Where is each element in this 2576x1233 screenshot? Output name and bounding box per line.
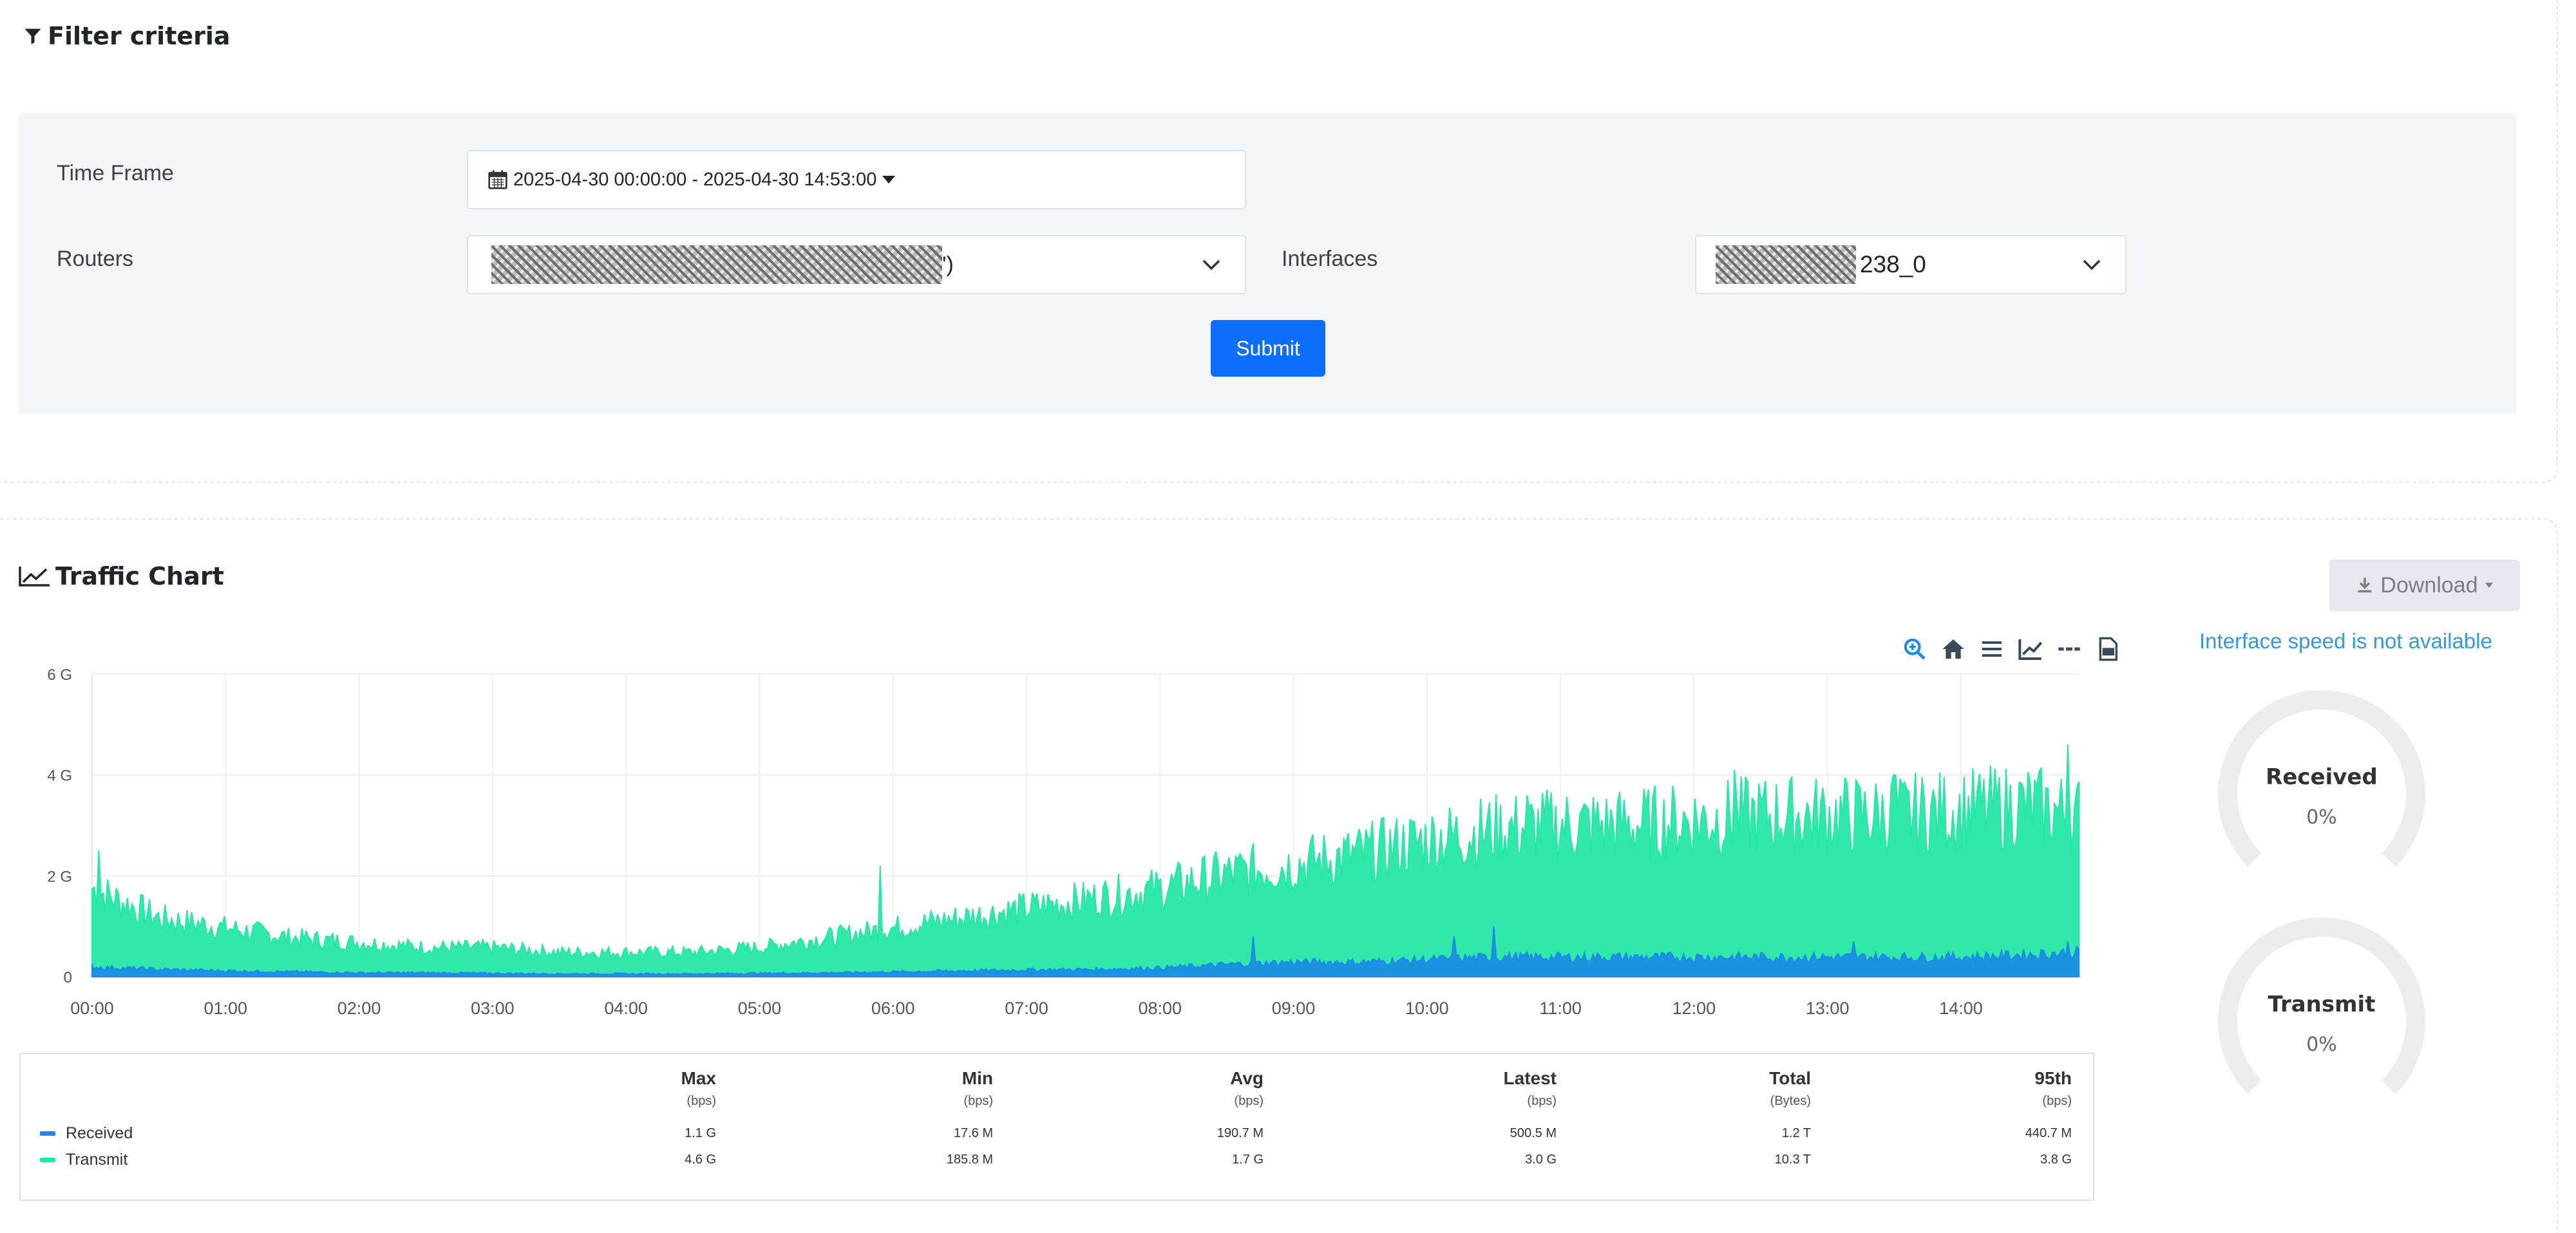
caret-down-icon — [882, 176, 896, 184]
x-tick-label: 07:00 — [1005, 999, 1048, 1018]
stats-cell: 3.0 G — [1525, 1153, 1557, 1167]
stats-cell: 4.6 G — [685, 1153, 716, 1167]
series-transmit-area — [91, 744, 2079, 977]
chevron-down-icon — [2083, 259, 2101, 270]
stats-col-unit: (bps) — [2042, 1094, 2072, 1108]
time-frame-value: 2025-04-30 00:00:00 - 2025-04-30 14:53:0… — [513, 169, 877, 190]
chevron-down-icon — [1202, 259, 1220, 270]
line-chart-icon — [19, 567, 50, 587]
redacted-interface-name — [1716, 245, 1856, 284]
x-tick-label: 06:00 — [871, 999, 915, 1018]
x-tick-label: 03:00 — [471, 999, 515, 1018]
download-label: Download — [2380, 572, 2478, 598]
filter-criteria-heading: Filter criteria — [23, 22, 231, 50]
stats-row-received[interactable]: Received — [40, 1124, 133, 1143]
calendar-icon — [488, 170, 507, 189]
routers-select[interactable]: ') — [467, 235, 1246, 294]
gauge-arc — [2218, 690, 2425, 867]
redacted-router-name — [491, 245, 942, 284]
routers-value: ') — [942, 252, 954, 277]
stats-col-header: 95th — [2034, 1068, 2072, 1088]
interfaces-value: 238_0 — [1860, 251, 1926, 278]
x-tick-label: 09:00 — [1272, 999, 1316, 1018]
stats-row-transmit[interactable]: Transmit — [40, 1151, 128, 1169]
stats-col-max: Max (bps) — [587, 1068, 716, 1109]
x-tick-label: 13:00 — [1806, 999, 1850, 1018]
time-frame-picker[interactable]: 2025-04-30 00:00:00 - 2025-04-30 14:53:0… — [467, 150, 1246, 209]
stats-col-latest: Latest (bps) — [1428, 1068, 1557, 1109]
traffic-chart[interactable]: 0 2 G 4 G 6 G 00:00 01:00 02:00 03:00 04:00 05:00… — [0, 644, 2125, 1043]
received-swatch — [40, 1131, 55, 1136]
stats-cell: 17.6 M — [953, 1126, 993, 1140]
stats-col-unit: (bps) — [1234, 1094, 1264, 1108]
stats-table: Max (bps) Min (bps) Avg (bps) Latest (bp… — [19, 1053, 2094, 1201]
gauge-title: Transmit — [2268, 992, 2376, 1017]
caret-down-icon — [2485, 583, 2493, 588]
stats-col-unit: (bps) — [1527, 1094, 1557, 1108]
y-tick-label: 0 — [64, 969, 72, 986]
stats-cell: 190.7 M — [1217, 1126, 1264, 1140]
stats-col-unit: (bps) — [963, 1094, 993, 1108]
stats-cell: 1.7 G — [1232, 1153, 1264, 1167]
stats-col-unit: (bps) — [687, 1094, 716, 1108]
stats-cell: 10.3 T — [1774, 1153, 1811, 1167]
y-tick-label: 4 G — [47, 767, 72, 785]
stats-col-header: Min — [961, 1068, 993, 1088]
stats-col-avg: Avg (bps) — [1135, 1068, 1264, 1109]
routers-label: Routers — [57, 247, 134, 271]
y-tick-label: 2 G — [47, 868, 72, 885]
x-tick-label: 02:00 — [337, 999, 381, 1018]
x-tick-label: 05:00 — [738, 999, 782, 1018]
download-button[interactable]: Download — [2329, 560, 2520, 611]
stats-col-header: Avg — [1230, 1068, 1264, 1088]
submit-button[interactable]: Submit — [1211, 320, 1325, 377]
stats-cell: 185.8 M — [946, 1153, 993, 1167]
gauge-value: 0% — [2306, 806, 2337, 829]
x-tick-label: 12:00 — [1672, 999, 1716, 1018]
x-tick-label: 14:00 — [1939, 999, 1983, 1018]
stats-cell: 500.5 M — [1510, 1126, 1557, 1140]
stats-col-95th: 95th (bps) — [1943, 1068, 2072, 1109]
transmit-gauge: Transmit 0% — [2215, 916, 2428, 1129]
stats-row-label: Received — [66, 1124, 133, 1142]
time-frame-label: Time Frame — [57, 161, 174, 185]
x-tick-label: 01:00 — [204, 999, 247, 1018]
x-tick-label: 04:00 — [604, 999, 648, 1018]
traffic-chart-title: Traffic Chart — [55, 562, 224, 590]
filter-criteria-title: Filter criteria — [48, 22, 231, 50]
stats-cell: 3.8 G — [2040, 1153, 2072, 1167]
y-tick-label: 6 G — [47, 666, 72, 684]
stats-cell: 1.1 G — [685, 1126, 716, 1140]
transmit-swatch — [40, 1158, 55, 1162]
gauge-title: Received — [2266, 764, 2378, 790]
x-tick-label: 10:00 — [1405, 999, 1449, 1018]
x-tick-label: 08:00 — [1138, 999, 1182, 1018]
stats-col-min: Min (bps) — [864, 1068, 993, 1109]
traffic-chart-heading: Traffic Chart — [18, 562, 224, 590]
stats-col-unit: (Bytes) — [1770, 1094, 1811, 1108]
stats-col-header: Total — [1769, 1068, 1811, 1088]
interfaces-select[interactable]: 238_0 — [1695, 235, 2126, 294]
x-tick-label: 00:00 — [70, 999, 114, 1018]
stats-cell: 1.2 T — [1781, 1126, 1811, 1140]
stats-col-header: Max — [681, 1068, 716, 1088]
filter-icon — [24, 28, 41, 44]
interface-speed-note: Interface speed is not available — [2199, 629, 2492, 653]
interfaces-label: Interfaces — [1282, 247, 1378, 271]
x-tick-label: 11:00 — [1539, 999, 1582, 1018]
gauge-arc — [2218, 918, 2425, 1094]
download-icon — [2358, 578, 2372, 593]
stats-col-total: Total (Bytes) — [1682, 1068, 1811, 1109]
received-gauge: Received 0% — [2215, 689, 2428, 901]
stats-cell: 440.7 M — [2025, 1126, 2072, 1140]
stats-row-label: Transmit — [66, 1151, 128, 1169]
stats-col-header: Latest — [1503, 1068, 1557, 1088]
gauge-value: 0% — [2306, 1033, 2337, 1056]
